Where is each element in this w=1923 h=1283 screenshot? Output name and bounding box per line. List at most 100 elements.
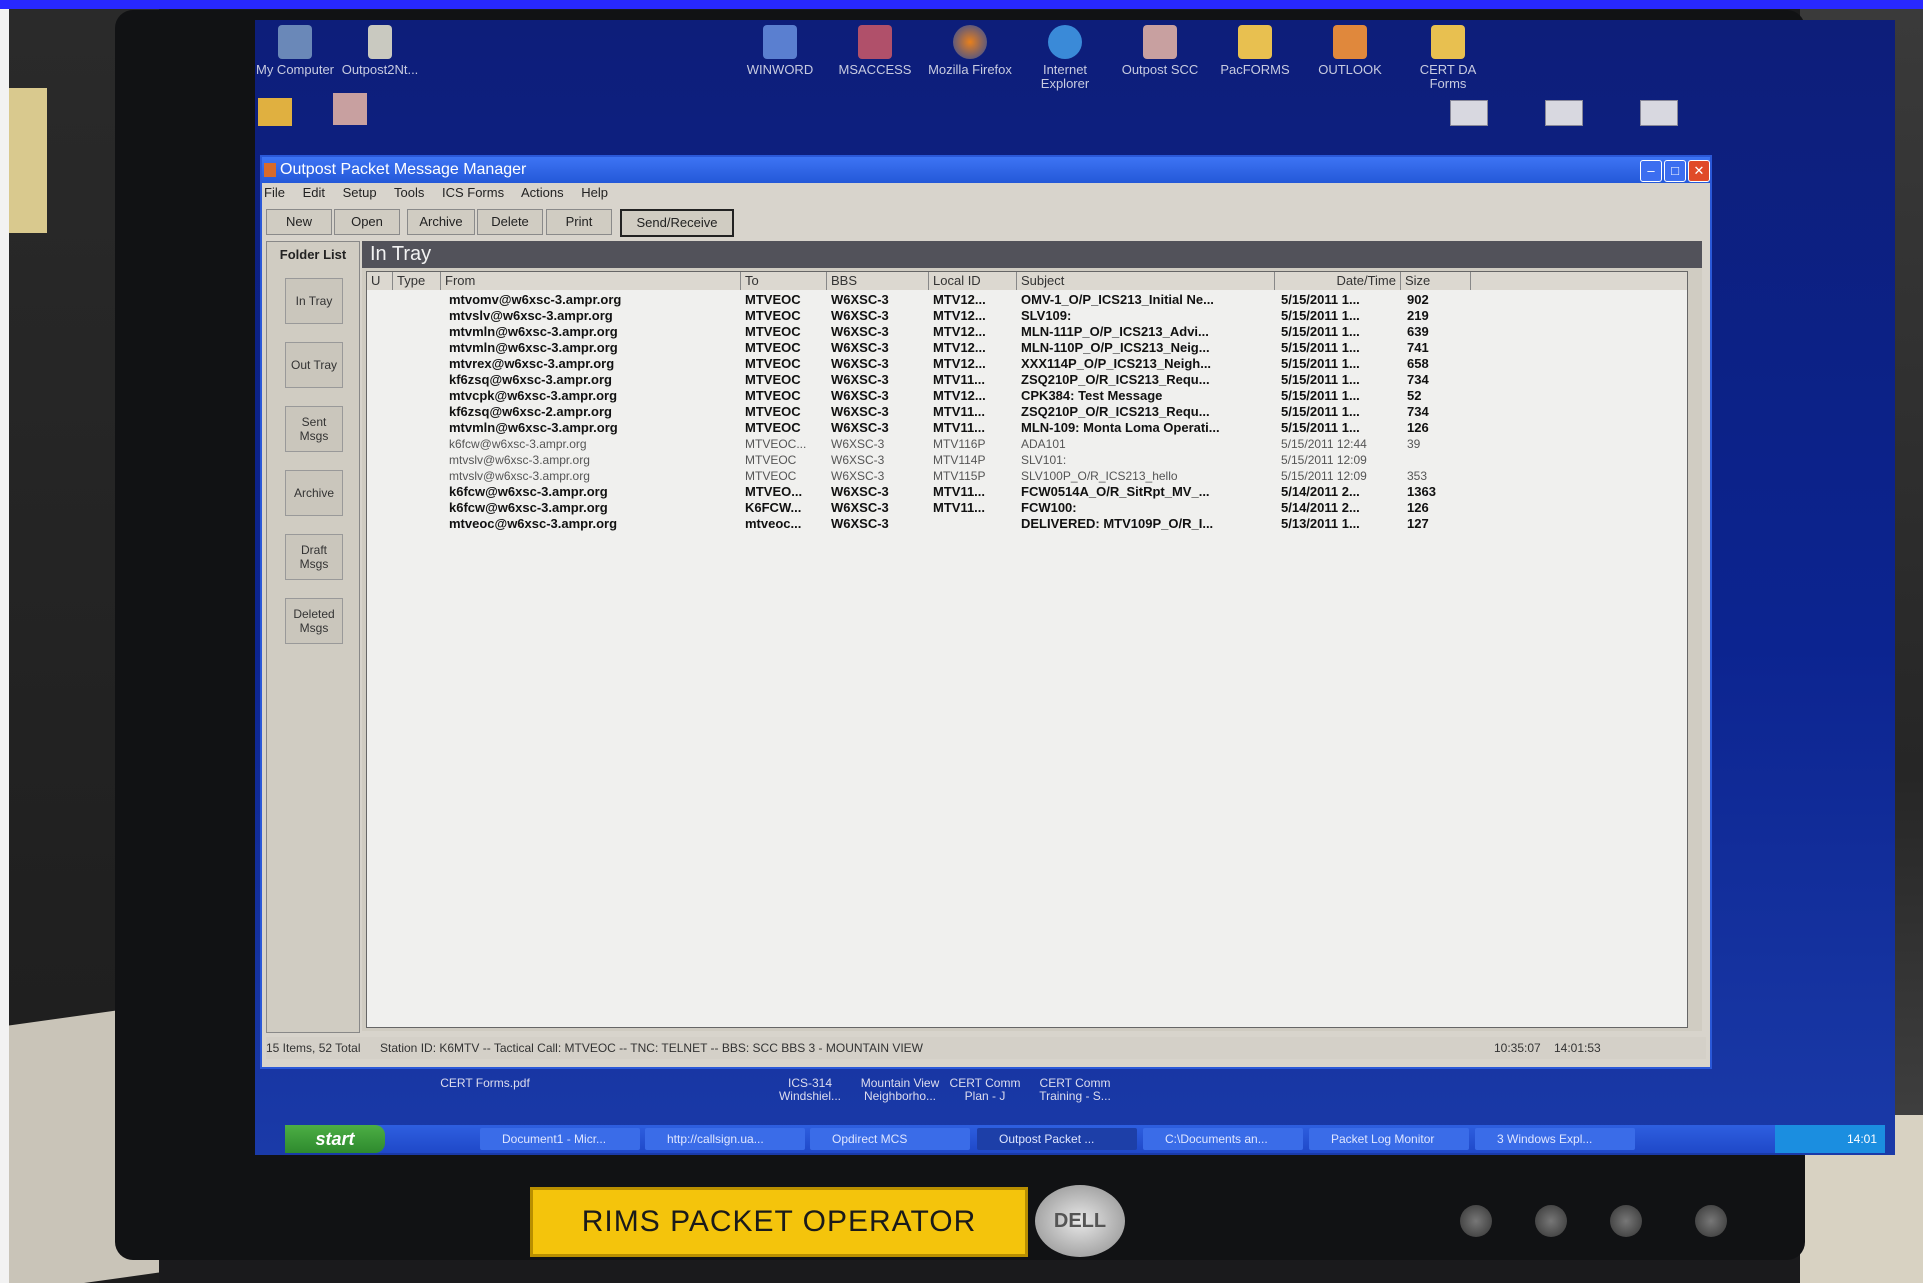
message-list[interactable]: U Type From To BBS Local ID Subject Date…: [366, 271, 1688, 1028]
desktop-icon-mountain-view[interactable]: Mountain View Neighborho...: [855, 1077, 945, 1103]
message-pane: In Tray U Type From To BBS Local ID Subj…: [362, 241, 1702, 1031]
table-row[interactable]: mtvslv@w6xsc-3.ampr.org MTVEOC W6XSC-3 MTV1…: [367, 308, 1687, 324]
folder-draft-msgs[interactable]: Draft Msgs: [285, 534, 343, 580]
column-local-id[interactable]: Local ID: [929, 272, 1017, 290]
taskbar-item-windows-explorer[interactable]: 3 Windows Expl...: [1475, 1128, 1635, 1150]
taskbar-item-callsign[interactable]: http://callsign.ua...: [645, 1128, 805, 1150]
view-title: In Tray: [362, 241, 1702, 268]
menu-ics-forms[interactable]: ICS Forms: [442, 185, 504, 200]
taskbar-item-packet-log[interactable]: Packet Log Monitor: [1309, 1128, 1469, 1150]
column-from[interactable]: From: [441, 272, 741, 290]
menu-setup[interactable]: Setup: [343, 185, 377, 200]
taskbar-item-document1[interactable]: Document1 - Micr...: [480, 1128, 640, 1150]
desktop-icon-outpost-scc[interactable]: Outpost SCC: [1115, 25, 1205, 77]
close-button[interactable]: ✕: [1688, 160, 1710, 182]
outpost-icon[interactable]: [333, 93, 367, 125]
minimize-button[interactable]: –: [1640, 160, 1662, 182]
archive-button[interactable]: Archive: [407, 209, 475, 235]
column-date-time[interactable]: Date/Time: [1275, 272, 1401, 290]
taskbar-item-outpost[interactable]: Outpost Packet ...: [977, 1128, 1137, 1150]
window-titlebar[interactable]: Outpost Packet Message Manager – □ ✕: [262, 157, 1710, 183]
table-row[interactable]: mtvslv@w6xsc-3.ampr.org MTVEOC W6XSC-3 MTV1…: [367, 452, 1687, 468]
table-row[interactable]: kf6zsq@w6xsc-2.ampr.org MTVEOC W6XSC-3 MTV1…: [367, 404, 1687, 420]
menu-file[interactable]: File: [264, 185, 285, 200]
cell-bbs: W6XSC-3: [831, 469, 885, 483]
cell-to: K6FCW...: [745, 500, 802, 515]
open-button[interactable]: Open: [334, 209, 400, 235]
folder-sent-msgs[interactable]: Sent Msgs: [285, 406, 343, 452]
desktop-icon-internet-explorer[interactable]: Internet Explorer: [1020, 25, 1110, 91]
menu-help[interactable]: Help: [581, 185, 608, 200]
menu-tools[interactable]: Tools: [394, 185, 424, 200]
cell-subject: MLN-111P_O/P_ICS213_Advi...: [1021, 324, 1209, 339]
new-button[interactable]: New: [266, 209, 332, 235]
menu-actions[interactable]: Actions: [521, 185, 564, 200]
column-to[interactable]: To: [741, 272, 827, 290]
file-shortcut-icon[interactable]: [1640, 100, 1678, 126]
table-row[interactable]: k6fcw@w6xsc-3.ampr.org MTVEOC... W6XSC-3 MT…: [367, 436, 1687, 452]
desktop-icon-pacforms[interactable]: PacFORMS: [1210, 25, 1300, 77]
desktop-icon-firefox[interactable]: Mozilla Firefox: [925, 25, 1015, 77]
cell-local-id: MTV12...: [933, 340, 986, 355]
desktop-icon-ics-314[interactable]: ICS-314 Windshiel...: [770, 1077, 850, 1103]
desktop-icon-outpost2nt[interactable]: Outpost2Nt...: [335, 25, 425, 77]
table-row[interactable]: mtvmln@w6xsc-3.ampr.org MTVEOC W6XSC-3 MTV1…: [367, 340, 1687, 356]
desktop-icon-cert-comm-training[interactable]: CERT Comm Training - S...: [1030, 1077, 1120, 1103]
menu-edit[interactable]: Edit: [303, 185, 325, 200]
cell-bbs: W6XSC-3: [831, 404, 889, 419]
print-button[interactable]: Print: [546, 209, 612, 235]
power-button[interactable]: [1695, 1205, 1727, 1237]
desktop-icon-cert-comm-plan[interactable]: CERT Comm Plan - J: [945, 1077, 1025, 1103]
column-subject[interactable]: Subject: [1017, 272, 1275, 290]
folder-deleted-msgs[interactable]: Deleted Msgs: [285, 598, 343, 644]
table-row[interactable]: mtvrex@w6xsc-3.ampr.org MTVEOC W6XSC-3 MTV1…: [367, 356, 1687, 372]
monitor-button[interactable]: [1535, 1205, 1567, 1237]
cell-from: k6fcw@w6xsc-3.ampr.org: [449, 500, 608, 515]
desktop-icon-winword[interactable]: WINWORD: [735, 25, 825, 77]
start-button[interactable]: start: [285, 1125, 385, 1153]
column-spacer: [1471, 272, 1687, 290]
table-row[interactable]: mtvcpk@w6xsc-3.ampr.org MTVEOC W6XSC-3 MTV1…: [367, 388, 1687, 404]
table-row[interactable]: mtvmln@w6xsc-3.ampr.org MTVEOC W6XSC-3 MTV1…: [367, 420, 1687, 436]
quick-launch[interactable]: [393, 1130, 473, 1148]
file-shortcut-icon[interactable]: [1545, 100, 1583, 126]
taskbar-item-documents[interactable]: C:\Documents an...: [1143, 1128, 1303, 1150]
monitor-button[interactable]: [1610, 1205, 1642, 1237]
desktop-icon-my-computer[interactable]: My Computer: [255, 25, 340, 77]
tray-clock[interactable]: 14:01: [1847, 1132, 1877, 1146]
table-row[interactable]: mtvomv@w6xsc-3.ampr.org MTVEOC W6XSC-3 MTV1…: [367, 292, 1687, 308]
cell-local-id: MTV12...: [933, 388, 986, 403]
column-type[interactable]: Type: [393, 272, 441, 290]
table-row[interactable]: k6fcw@w6xsc-3.ampr.org K6FCW... W6XSC-3 MTV…: [367, 500, 1687, 516]
column-bbs[interactable]: BBS: [827, 272, 929, 290]
column-unread[interactable]: U: [367, 272, 393, 290]
cell-local-id: MTV11...: [933, 404, 986, 419]
desktop-icon-cert-da-forms[interactable]: CERT DA Forms: [1403, 25, 1493, 91]
desktop-icon-msaccess[interactable]: MSACCESS: [830, 25, 920, 77]
document-icon: [368, 25, 392, 59]
send-receive-button[interactable]: Send/Receive: [620, 209, 734, 237]
table-row[interactable]: mtvslv@w6xsc-3.ampr.org MTVEOC W6XSC-3 MTV1…: [367, 468, 1687, 484]
cell-bbs: W6XSC-3: [831, 453, 885, 467]
folder-in-tray[interactable]: In Tray: [285, 278, 343, 324]
table-row[interactable]: k6fcw@w6xsc-3.ampr.org MTVEO... W6XSC-3 MTV…: [367, 484, 1687, 500]
photo-scene: My Computer Outpost2Nt... WINWORD MSACCE…: [0, 0, 1923, 1283]
cell-local-id: MTV11...: [933, 372, 986, 387]
cell-size: 741: [1407, 340, 1429, 355]
folder-archive[interactable]: Archive: [285, 470, 343, 516]
monitor-button[interactable]: [1460, 1205, 1492, 1237]
table-row[interactable]: kf6zsq@w6xsc-3.ampr.org MTVEOC W6XSC-3 MTV1…: [367, 372, 1687, 388]
delete-button[interactable]: Delete: [477, 209, 543, 235]
table-row[interactable]: mtvmln@w6xsc-3.ampr.org MTVEOC W6XSC-3 MTV1…: [367, 324, 1687, 340]
desktop-icon-outlook[interactable]: OUTLOOK: [1305, 25, 1395, 77]
table-row[interactable]: mtveoc@w6xsc-3.ampr.org mtveoc... W6XSC-3 D…: [367, 516, 1687, 532]
shortcut-icon[interactable]: [258, 98, 292, 126]
taskbar-item-opdirect[interactable]: Opdirect MCS: [810, 1128, 970, 1150]
maximize-button[interactable]: □: [1664, 160, 1686, 182]
desktop-icon-cert-forms[interactable]: CERT Forms.pdf: [435, 1077, 535, 1090]
file-shortcut-icon[interactable]: [1450, 100, 1488, 126]
folder-list: Folder List In Tray Out Tray Sent Msgs A…: [266, 241, 360, 1033]
cell-datetime: 5/15/2011 1...: [1281, 372, 1360, 387]
column-size[interactable]: Size: [1401, 272, 1471, 290]
folder-out-tray[interactable]: Out Tray: [285, 342, 343, 388]
